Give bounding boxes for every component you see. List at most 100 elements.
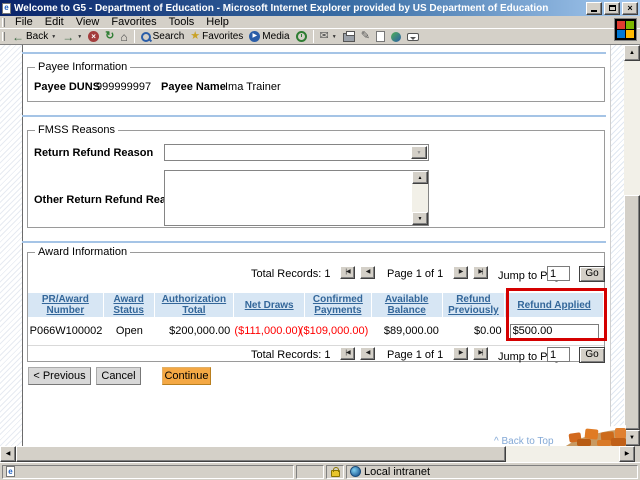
header-authorization-total[interactable]: Authorization Total xyxy=(155,293,235,317)
go-button[interactable]: Go xyxy=(579,266,605,282)
scroll-up-icon[interactable]: ▲ xyxy=(624,45,640,61)
first-page-button-bottom[interactable]: |◀ xyxy=(340,347,355,360)
back-to-top-link[interactable]: ^ Back to Top xyxy=(494,436,554,446)
mail-button[interactable]: ✉ ▼ xyxy=(317,29,340,44)
other-return-refund-reason-label: Other Return Refund Reason xyxy=(34,194,186,206)
page-indicator-bottom: Page 1 of 1 xyxy=(387,349,444,361)
header-pr-award-number[interactable]: PR/Award Number xyxy=(28,293,104,317)
previous-button[interactable]: < Previous xyxy=(28,367,91,385)
payee-duns-value: 999999997 xyxy=(96,81,152,93)
status-progress-pane xyxy=(296,464,324,479)
header-available-balance[interactable]: Available Balance xyxy=(372,293,443,317)
vertical-scrollbar[interactable]: ▲ ▼ xyxy=(624,45,640,446)
menu-tools[interactable]: Tools xyxy=(163,16,201,28)
payee-name-label: Payee Name xyxy=(161,81,226,93)
horizontal-scrollbar[interactable]: ◀ ▶ xyxy=(0,446,640,462)
media-button[interactable]: ▶ Media xyxy=(246,29,292,44)
prev-page-button[interactable]: ◀ xyxy=(360,266,375,279)
horizontal-scroll-thumb[interactable] xyxy=(16,446,506,462)
menu-favorites[interactable]: Favorites xyxy=(105,16,162,28)
zone-label: Local intranet xyxy=(364,465,431,478)
select-dropdown-icon[interactable]: ▼ xyxy=(411,146,427,159)
document-button[interactable] xyxy=(373,29,388,44)
last-page-button[interactable]: ▶| xyxy=(473,266,488,279)
menu-help[interactable]: Help xyxy=(200,16,235,28)
scroll-down-icon[interactable]: ▼ xyxy=(624,430,640,446)
next-page-button[interactable]: ▶ xyxy=(453,266,468,279)
history-button[interactable] xyxy=(293,29,310,44)
cell-authorization-total: $200,000.00 xyxy=(169,325,231,337)
other-return-refund-reason-textarea[interactable]: ▲ ▼ xyxy=(164,170,429,226)
last-page-button-bottom[interactable]: ▶| xyxy=(473,347,488,360)
textarea-scrollbar[interactable]: ▲ ▼ xyxy=(412,171,428,225)
corner-classroom-photo xyxy=(556,425,626,446)
header-confirmed-payments[interactable]: Confirmed Payments xyxy=(305,293,372,317)
return-refund-reason-select[interactable]: ▼ xyxy=(164,144,429,161)
cell-available-balance: $89,000.00 xyxy=(383,325,439,337)
next-page-button-bottom[interactable]: ▶ xyxy=(453,347,468,360)
windows-logo-icon xyxy=(614,18,637,41)
mail-dropdown-icon[interactable]: ▼ xyxy=(332,34,337,40)
refresh-button[interactable]: ↻ xyxy=(102,29,117,44)
print-button[interactable] xyxy=(340,29,358,44)
home-button[interactable]: ⌂ xyxy=(117,29,130,44)
cancel-button[interactable]: Cancel xyxy=(96,367,141,385)
header-award-status[interactable]: Award Status xyxy=(104,293,155,317)
ie-toolbar: ← Back ▼ → ▼ × ↻ ⌂ Search ★ Favorites ▶ … xyxy=(0,29,640,45)
menubar-grip[interactable] xyxy=(2,17,5,27)
edit-button[interactable]: ✎ xyxy=(358,29,373,44)
textarea-scroll-down-icon[interactable]: ▼ xyxy=(412,212,428,225)
title-bar: e Welcome to G5 - Department of Educatio… xyxy=(0,0,640,16)
stop-button[interactable]: × xyxy=(85,29,102,44)
refresh-icon: ↻ xyxy=(105,30,115,42)
prev-page-button-bottom[interactable]: ◀ xyxy=(360,347,375,360)
total-records-label-bottom: Total Records: 1 xyxy=(251,349,331,361)
menu-edit[interactable]: Edit xyxy=(39,16,70,28)
favorites-button[interactable]: ★ Favorites xyxy=(187,29,246,44)
scroll-left-icon[interactable]: ◀ xyxy=(0,446,16,462)
forward-arrow-icon: → xyxy=(62,29,75,44)
search-icon xyxy=(140,31,151,42)
messenger-icon xyxy=(390,31,401,42)
right-stripe-pattern xyxy=(610,45,624,446)
menu-view[interactable]: View xyxy=(70,16,106,28)
total-records-label: Total Records: 1 xyxy=(251,268,331,280)
forward-dropdown-icon[interactable]: ▼ xyxy=(77,34,82,40)
intranet-zone-icon xyxy=(350,466,361,477)
search-button[interactable]: Search xyxy=(138,29,188,44)
forward-button[interactable]: → ▼ xyxy=(59,29,85,44)
back-dropdown-icon[interactable]: ▼ xyxy=(51,34,56,40)
minimize-button[interactable] xyxy=(586,1,602,15)
menu-file[interactable]: File xyxy=(9,16,39,28)
header-net-draws[interactable]: Net Draws xyxy=(234,293,306,317)
cell-award-status: Open xyxy=(115,325,143,337)
messenger-button[interactable] xyxy=(388,29,404,44)
back-arrow-icon: ← xyxy=(12,29,24,44)
back-button[interactable]: ← Back ▼ xyxy=(9,29,59,44)
jump-to-page-input-bottom[interactable] xyxy=(547,347,570,362)
status-bar: e Local intranet xyxy=(0,462,640,480)
award-information-legend: Award Information xyxy=(35,246,131,258)
scroll-right-icon[interactable]: ▶ xyxy=(619,446,635,462)
go-button-bottom[interactable]: Go xyxy=(579,347,605,363)
first-page-button[interactable]: |◀ xyxy=(340,266,355,279)
print-icon xyxy=(342,31,355,42)
payee-information-section: Payee Information Payee DUNS 999999997 P… xyxy=(27,61,605,102)
continue-button[interactable]: Continue xyxy=(162,367,211,385)
toolbar-grip[interactable] xyxy=(2,32,5,41)
textarea-scroll-up-icon[interactable]: ▲ xyxy=(412,171,428,184)
lock-icon xyxy=(330,466,340,477)
menu-bar: File Edit View Favorites Tools Help xyxy=(0,16,640,29)
top-divider xyxy=(22,52,606,54)
close-button[interactable]: × xyxy=(622,1,638,15)
status-security-pane xyxy=(326,464,344,479)
header-refund-previously[interactable]: Refund Previously xyxy=(443,293,506,317)
vertical-scroll-thumb[interactable] xyxy=(624,195,640,430)
document-icon xyxy=(375,31,385,42)
return-refund-reason-label: Return Refund Reason xyxy=(34,147,154,159)
fmss-reasons-section: FMSS Reasons Return Refund Reason ▼ Othe… xyxy=(27,124,605,228)
restore-button[interactable] xyxy=(604,1,620,15)
discuss-button[interactable] xyxy=(404,29,422,44)
jump-to-page-input[interactable] xyxy=(547,266,570,281)
payee-duns-label: Payee DUNS xyxy=(34,81,101,93)
